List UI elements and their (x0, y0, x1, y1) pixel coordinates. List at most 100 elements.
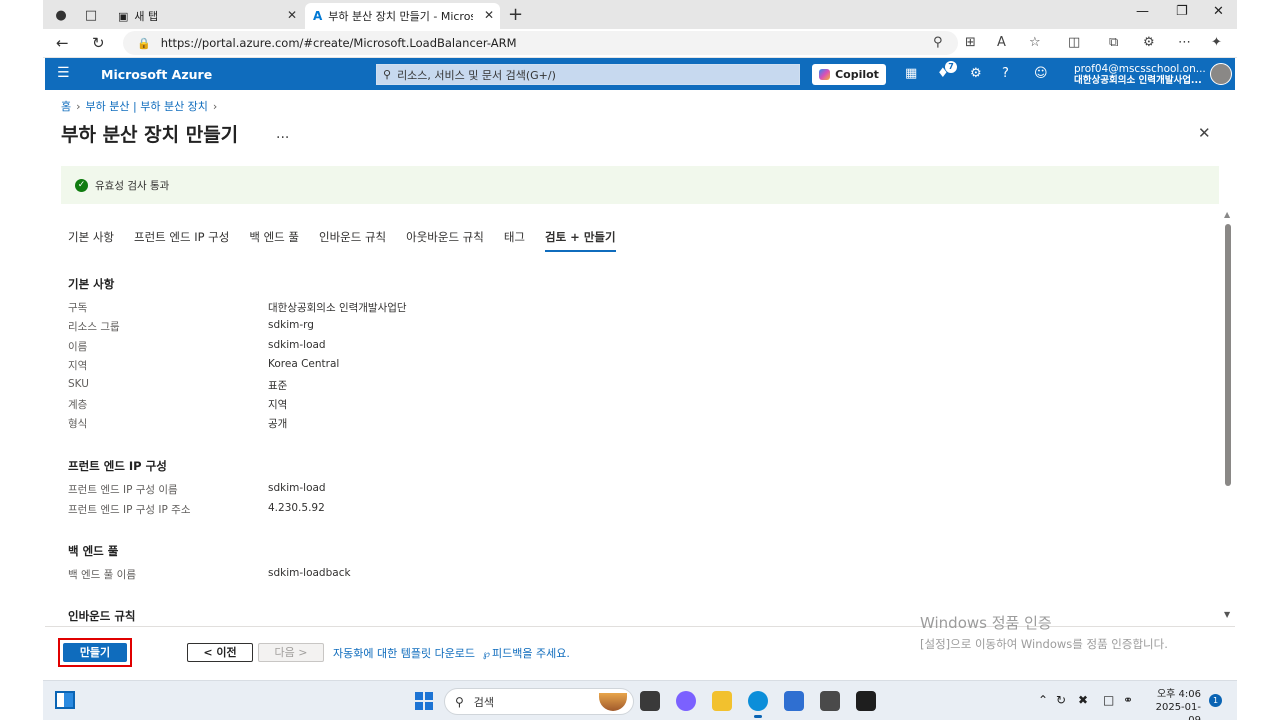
display-icon[interactable]: □ (1103, 693, 1114, 707)
close-blade-icon[interactable]: ✕ (1198, 124, 1211, 142)
detail-label: 프런트 엔드 IP 구성 이름 (68, 484, 178, 496)
create-button[interactable]: 만들기 (63, 643, 127, 662)
key-icon[interactable]: ⚲ (933, 35, 943, 50)
clock-time: 오후 4:06 (1156, 689, 1201, 700)
taskbar-clock[interactable]: 오후 4:06 2025-01-09 (1149, 688, 1201, 720)
snipping-tool-icon[interactable] (820, 691, 840, 711)
restore-icon[interactable]: ❐ (1176, 4, 1188, 19)
validation-banner: ✓ 유효성 검사 통과 (61, 166, 1219, 204)
section-title: 백 엔드 풀 (68, 544, 119, 558)
feedback-person-icon: ℘ (483, 649, 490, 660)
copilot-label: Copilot (835, 68, 879, 81)
file-explorer-icon[interactable] (712, 691, 732, 711)
detail-label: 리소스 그룹 (68, 321, 120, 333)
detail-row: 지역 Korea Central (68, 358, 868, 377)
screen: ● □ ▣ 새 탭 ✕ A 부하 분산 장치 만들기 - Microsoft ✕… (43, 0, 1237, 720)
copilot-button[interactable]: Copilot (812, 64, 886, 85)
help-icon[interactable]: ? (1002, 66, 1009, 81)
breadcrumb-home[interactable]: 홈 (61, 100, 71, 113)
cloud-shell-icon[interactable]: ▦ (905, 66, 917, 81)
tab-backend-pool[interactable]: 백 엔드 풀 (249, 226, 299, 252)
more-icon[interactable]: ⋯ (1178, 35, 1191, 50)
detail-row: 프런트 엔드 IP 구성 이름 sdkim-load (68, 482, 868, 501)
status-x-icon[interactable]: ✖ (1078, 693, 1088, 707)
browser-tab-azure[interactable]: A 부하 분산 장치 만들기 - Microsoft ✕ (305, 3, 500, 29)
download-template-link[interactable]: 자동화에 대한 템플릿 다운로드 (333, 645, 475, 661)
chevron-right-icon: › (76, 100, 81, 113)
split-screen-icon[interactable]: ◫ (1068, 35, 1080, 50)
avatar[interactable] (1210, 63, 1232, 85)
sync-icon[interactable]: ↻ (1056, 693, 1066, 707)
scroll-up-icon[interactable]: ▲ (1224, 210, 1230, 219)
edge-icon[interactable] (748, 691, 768, 718)
tab-outbound-rules[interactable]: 아웃바운드 규칙 (406, 226, 484, 252)
detail-row: 구독 대한상공회의소 인력개발사업단 (68, 300, 868, 319)
gear-icon[interactable]: ⚙ (970, 66, 982, 81)
windows-activation-watermark: Windows 정품 인증 [설정]으로 이동하여 Windows를 정품 인증… (920, 612, 1168, 652)
profile-icon[interactable]: ● (51, 5, 71, 25)
tab-basics[interactable]: 기본 사항 (68, 226, 114, 252)
tab-actions-icon[interactable]: □ (81, 5, 101, 25)
tab-inbound-rules[interactable]: 인바운드 규칙 (319, 226, 386, 252)
vertical-scrollbar[interactable]: ▲ ▼ (1223, 210, 1233, 624)
feedback-link[interactable]: ℘ 피드백을 주세요. (483, 645, 570, 661)
collections-icon[interactable]: ⧉ (1109, 35, 1118, 50)
teams-icon[interactable] (676, 691, 696, 711)
next-button[interactable]: 다음 > (258, 643, 324, 662)
detail-value: 대한상공회의소 인력개발사업단 (268, 302, 407, 314)
scroll-down-icon[interactable]: ▼ (1224, 610, 1230, 619)
back-icon[interactable]: ← (56, 34, 69, 52)
widgets-icon[interactable] (55, 691, 75, 709)
network-icon[interactable]: ⚭ (1123, 693, 1133, 707)
feedback-icon[interactable]: ☺ (1034, 66, 1048, 81)
chevron-up-icon[interactable]: ⌃ (1038, 693, 1048, 707)
wizard-tabs: 기본 사항 프런트 엔드 IP 구성 백 엔드 풀 인바운드 규칙 아웃바운드 … (68, 226, 636, 252)
new-tab-icon[interactable]: + (508, 4, 523, 25)
detail-value: 4.230.5.92 (268, 502, 325, 514)
close-icon[interactable]: ✕ (484, 8, 494, 22)
refresh-icon[interactable]: ↻ (92, 34, 105, 52)
tab-frontend-ip[interactable]: 프런트 엔드 IP 구성 (134, 226, 229, 252)
detail-row: 계층 지역 (68, 397, 868, 416)
store-icon[interactable] (784, 691, 804, 711)
read-aloud-icon[interactable]: A (997, 35, 1006, 50)
start-button[interactable] (415, 692, 433, 710)
browser-tab-label: 부하 분산 장치 만들기 - Microsoft (328, 10, 473, 23)
browser-tab-new[interactable]: ▣ 새 탭 ✕ (110, 3, 303, 29)
detail-label: 백 엔드 풀 이름 (68, 569, 136, 581)
apps-icon[interactable]: ⊞ (965, 35, 976, 50)
breadcrumb-load-balancing[interactable]: 부하 분산 | 부하 분산 장치 (86, 100, 208, 113)
notification-badge: 7 (945, 61, 957, 73)
scrollbar-thumb[interactable] (1225, 224, 1231, 486)
check-circle-icon: ✓ (75, 178, 88, 192)
menu-icon[interactable]: ☰ (57, 65, 70, 81)
search-icon: ⚲ (383, 68, 392, 81)
window-close-icon[interactable]: ✕ (1213, 4, 1224, 19)
tab-review-create[interactable]: 검토 + 만들기 (545, 226, 616, 252)
account-email: prof04@mscsschool.on... (1074, 63, 1206, 75)
tab-tags[interactable]: 태그 (504, 226, 525, 252)
detail-label: 계층 (68, 399, 88, 411)
more-options-icon[interactable]: ... (276, 126, 289, 142)
close-icon[interactable]: ✕ (287, 8, 297, 22)
terminal-icon[interactable] (856, 691, 876, 711)
clock-date: 2025-01-09 (1155, 702, 1201, 720)
search-highlight-icon (599, 693, 627, 711)
detail-value: sdkim-load (268, 482, 326, 494)
search-input[interactable]: ⚲ 리소스, 서비스 및 문서 검색(G+/) (376, 64, 800, 85)
favorite-icon[interactable]: ☆ (1029, 35, 1041, 50)
detail-label: 프런트 엔드 IP 구성 IP 주소 (68, 504, 191, 516)
page-title: 부하 분산 장치 만들기 (61, 124, 239, 146)
detail-row: 백 엔드 풀 이름 sdkim-loadback (68, 567, 868, 586)
taskbar-search[interactable]: ⚲ 검색 (444, 688, 634, 715)
section-title: 프런트 엔드 IP 구성 (68, 459, 167, 473)
address-bar[interactable]: 🔒 https://portal.azure.com/#create/Micro… (123, 31, 958, 55)
previous-button[interactable]: < 이전 (187, 643, 253, 662)
notification-center-badge[interactable]: 1 (1209, 694, 1222, 707)
minimize-icon[interactable]: — (1136, 4, 1149, 19)
brand-title[interactable]: Microsoft Azure (101, 67, 212, 82)
task-view-icon[interactable] (640, 691, 660, 711)
copilot-browser-icon[interactable]: ✦ (1211, 35, 1222, 50)
account-info[interactable]: prof04@mscsschool.on... 대한상공회의소 인력개발사업..… (1074, 63, 1206, 87)
extensions-icon[interactable]: ⚙ (1143, 35, 1155, 50)
